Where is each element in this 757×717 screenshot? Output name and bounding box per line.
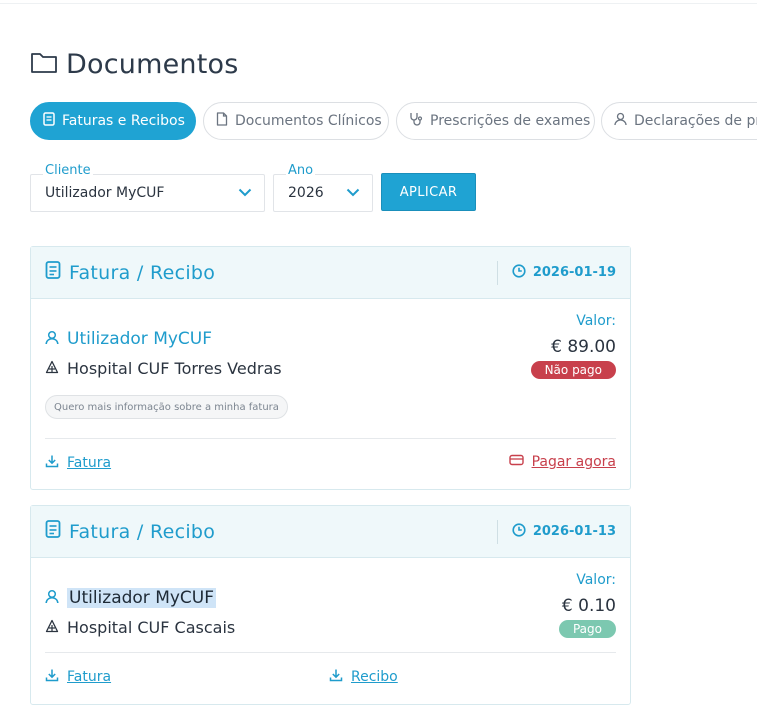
tab-documentos-clinicos[interactable]: Documentos Clínicos: [203, 102, 389, 140]
pay-now-label: Pagar agora: [531, 454, 616, 470]
download-icon: [45, 668, 59, 686]
card-title: Fatura / Recibo: [45, 261, 215, 284]
status-badge: Pago: [558, 620, 616, 638]
folder-icon: [30, 50, 58, 78]
recibo-download-link[interactable]: Recibo: [329, 668, 398, 686]
valor-amount: € 89.00: [551, 337, 616, 357]
card-date-text: 2026-01-19: [532, 265, 616, 280]
card-hospital: Hospital CUF Torres Vedras: [45, 359, 282, 378]
tab-faturas-recibos[interactable]: Faturas e Recibos: [30, 102, 196, 140]
document-card: Fatura / Recibo 2026-01-13 Utilizador My…: [30, 505, 631, 705]
chevron-down-icon: [238, 185, 252, 201]
valor-label: Valor:: [576, 313, 616, 329]
valor-amount: € 0.10: [561, 596, 616, 616]
fatura-download-link[interactable]: Fatura: [45, 668, 111, 686]
ano-label: Ano: [286, 163, 316, 178]
card-date: 2026-01-19: [496, 260, 616, 285]
card-title-text: Fatura / Recibo: [69, 520, 216, 543]
user-icon: [45, 589, 59, 608]
tab-label: Declarações de pr: [634, 113, 757, 129]
hospital-icon: [45, 618, 59, 637]
card-divider: [45, 652, 616, 653]
user-icon: [45, 330, 59, 349]
tab-label: Documentos Clínicos: [235, 113, 382, 129]
receipt-icon: [43, 112, 55, 130]
ano-value: 2026: [288, 185, 324, 201]
status-badge: Não pago: [530, 361, 616, 379]
card-hospital: Hospital CUF Cascais: [45, 618, 235, 637]
fatura-link-label: Fatura: [67, 669, 112, 685]
user-name: Utilizador MyCUF: [67, 588, 217, 608]
recibo-link-label: Recibo: [351, 669, 398, 685]
receipt-icon: [45, 261, 61, 284]
tab-label: Prescrições de exames: [430, 113, 591, 129]
user-icon: [614, 112, 627, 130]
chevron-down-icon: [346, 185, 360, 201]
cliente-select[interactable]: Utilizador MyCUF: [30, 174, 265, 212]
cliente-value: Utilizador MyCUF: [45, 185, 165, 201]
card-title: Fatura / Recibo: [45, 520, 215, 543]
ano-select[interactable]: 2026: [273, 174, 373, 212]
document-icon: [216, 112, 228, 130]
top-divider: [0, 3, 757, 4]
card-user: Utilizador MyCUF: [45, 588, 217, 608]
info-request-chip[interactable]: Quero mais informação sobre a minha fatu…: [45, 395, 288, 419]
fatura-download-link[interactable]: Fatura: [45, 454, 111, 472]
user-name: Utilizador MyCUF: [67, 329, 213, 349]
card-header: Fatura / Recibo 2026-01-13: [31, 506, 630, 558]
page-title-text: Documentos: [66, 48, 239, 80]
card-date: 2026-01-13: [496, 519, 616, 544]
download-icon: [45, 454, 59, 472]
card-title-text: Fatura / Recibo: [69, 261, 216, 284]
hospital-name: Hospital CUF Torres Vedras: [67, 359, 282, 378]
card-user: Utilizador MyCUF: [45, 329, 212, 349]
credit-card-icon: [508, 454, 524, 470]
hospital-name: Hospital CUF Cascais: [67, 618, 236, 637]
download-icon: [329, 668, 343, 686]
cliente-label: Cliente: [43, 163, 93, 178]
card-date-text: 2026-01-13: [532, 524, 616, 539]
document-card: Fatura / Recibo 2026-01-19 Utilizador My…: [30, 246, 631, 490]
valor-label: Valor:: [576, 572, 616, 588]
clock-icon: [512, 522, 526, 541]
pay-now-link[interactable]: Pagar agora: [508, 454, 616, 470]
apply-button[interactable]: APLICAR: [381, 173, 476, 211]
clock-icon: [512, 263, 526, 282]
card-header: Fatura / Recibo 2026-01-19: [31, 247, 630, 299]
stethoscope-icon: [409, 112, 423, 130]
fatura-link-label: Fatura: [67, 455, 112, 471]
document-tabs: Faturas e Recibos Documentos Clínicos Pr…: [30, 102, 757, 140]
hospital-icon: [45, 359, 59, 378]
card-divider: [45, 438, 616, 439]
receipt-icon: [45, 520, 61, 543]
page-title: Documentos: [30, 46, 238, 82]
tab-label: Faturas e Recibos: [62, 113, 185, 129]
tab-declaracoes[interactable]: Declarações de pr: [601, 102, 757, 140]
tab-prescricoes-exames[interactable]: Prescrições de exames: [396, 102, 595, 140]
